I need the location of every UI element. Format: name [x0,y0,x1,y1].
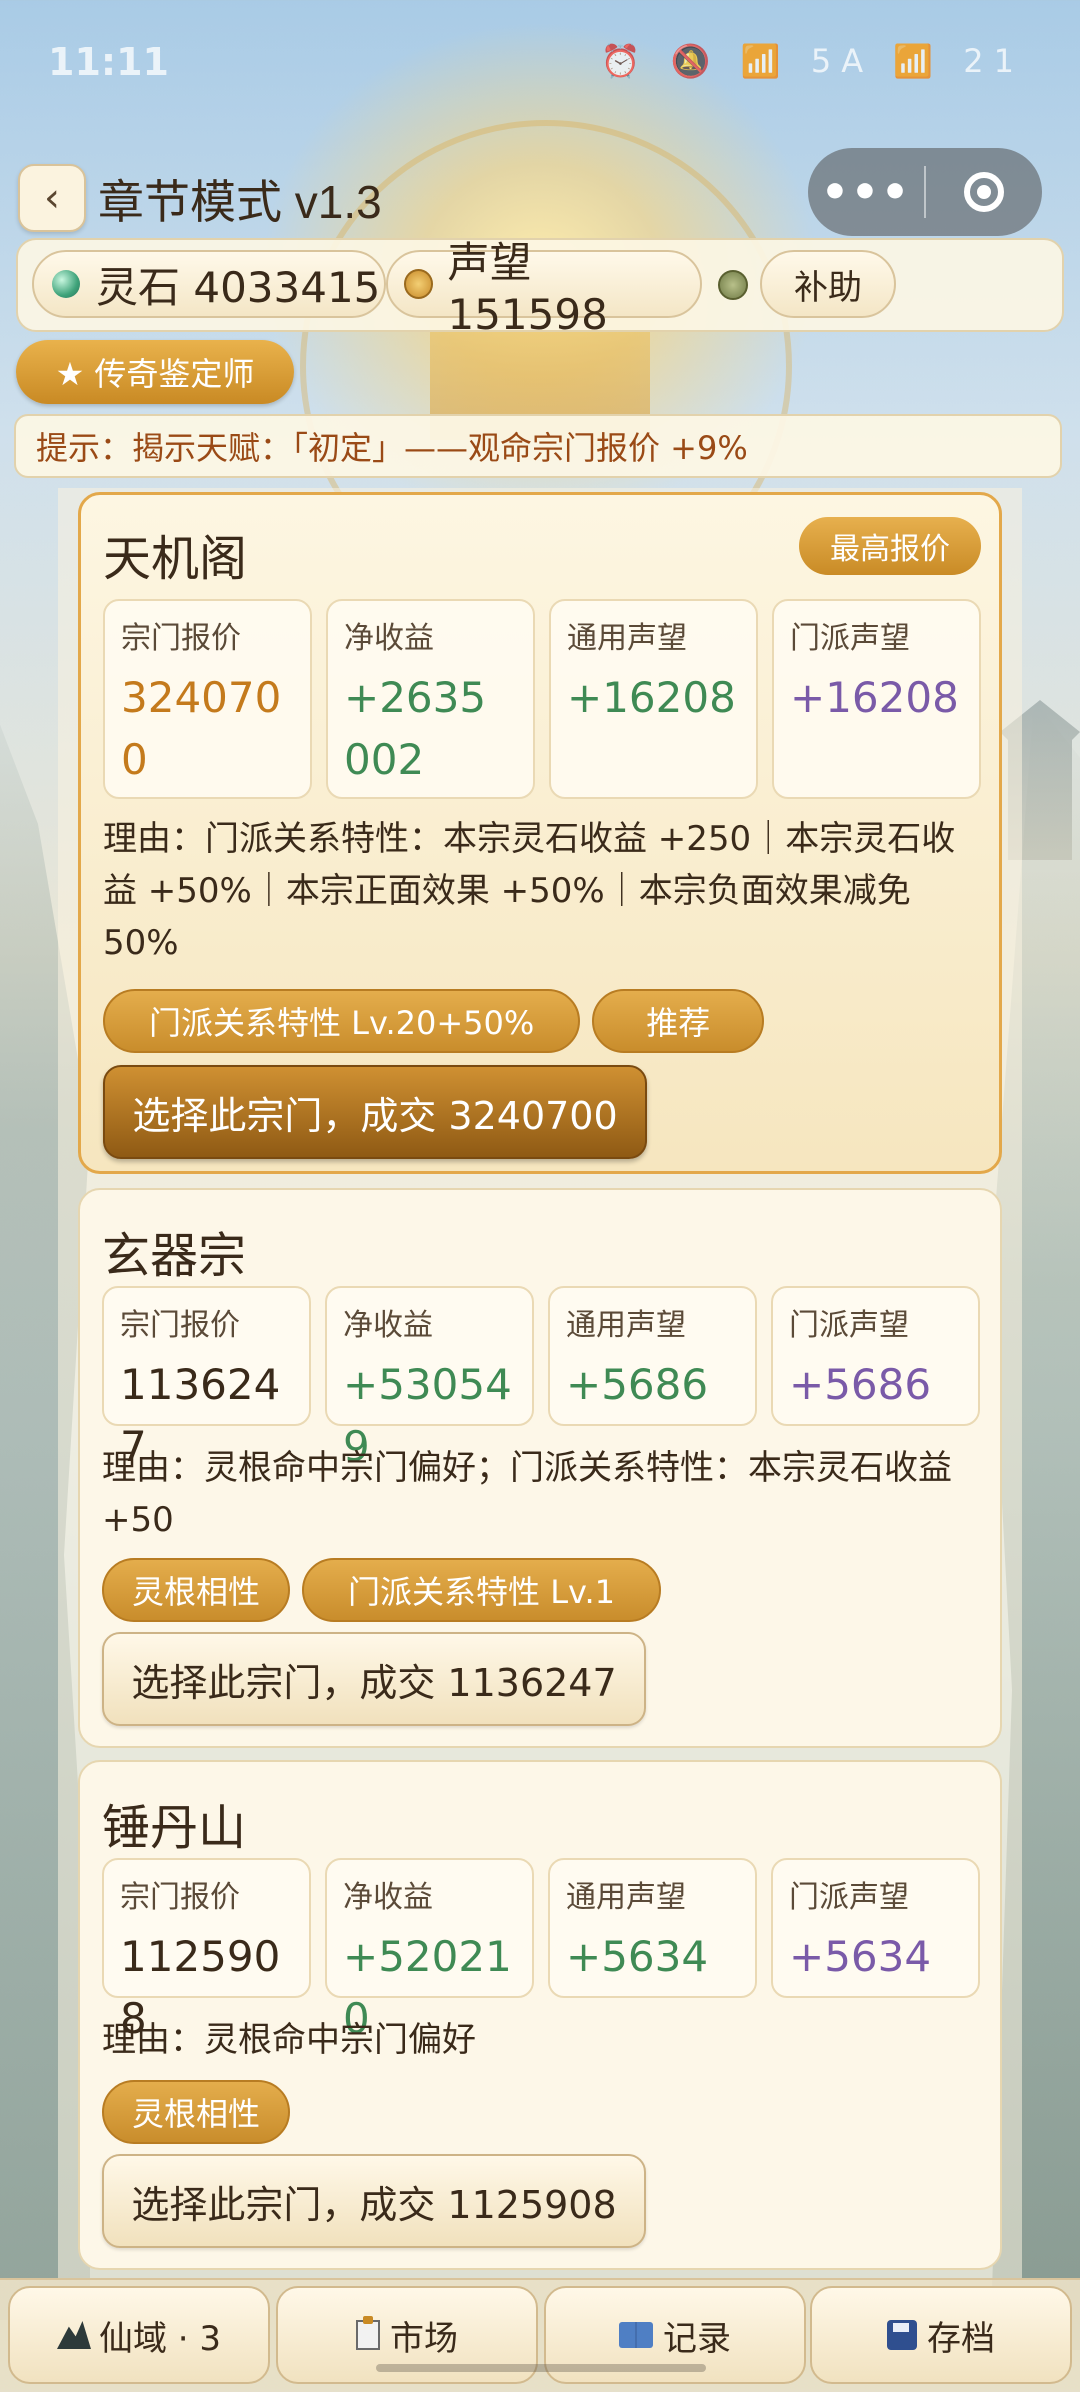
spirit-stone-value: 灵石 4033415 [96,262,381,312]
close-miniprogram-button[interactable] [926,172,1042,212]
net-label: 净收益 [343,1880,433,1915]
offer-stat: 宗门报价 3240700 [103,599,312,799]
back-button[interactable]: ‹ [18,164,86,232]
sect-fame-value: +5634 [789,1932,932,1981]
sect-name: 锤丹山 [102,1800,247,1856]
sect-fame-label: 门派声望 [789,1308,909,1343]
net-label: 净收益 [343,1308,433,1343]
spirit-root-tag: 灵根相性 [102,1558,291,1622]
hint-bar: 提示：揭示天赋：「初定」——观命宗门报价 +9% [14,414,1062,478]
home-indicator[interactable] [376,2364,706,2372]
market-nav-label: 市场 [390,2318,458,2359]
sect-fame-value: +5686 [789,1360,932,1409]
offer-label: 宗门报价 [120,1308,240,1343]
general-fame-value: +5686 [566,1360,709,1409]
general-fame-label: 通用声望 [567,621,687,656]
stat-row: 宗门报价 3240700 净收益 +2635002 通用声望 +16208 门派… [103,599,981,799]
general-fame-value: +16208 [567,673,736,722]
miniprogram-capsule: ••• [808,148,1042,236]
sect-name: 天机阁 [103,531,248,587]
spirit-root-tag: 灵根相性 [102,2080,291,2144]
offer-stat: 宗门报价 1136247 [102,1286,311,1471]
net-value: +2635002 [344,673,487,784]
sect-fame-stat: 门派声望 +16208 [772,599,981,799]
general-fame-value: +5634 [566,1932,709,1981]
select-sect-button[interactable]: 选择此宗门，成交 3240700 [103,1065,647,1159]
stat-row: 宗门报价 1136247 净收益 +530549 通用声望 +5686 门派声望… [102,1286,980,1471]
offer-label: 宗门报价 [121,621,241,656]
net-stat: 净收益 +2635002 [326,599,535,799]
select-sect-button[interactable]: 选择此宗门，成交 1136247 [102,1632,646,1726]
net-stat: 净收益 +530549 [325,1286,534,1471]
reputation-icon [404,269,434,299]
sect-fame-stat: 门派声望 +5686 [771,1286,980,1426]
save-nav-label: 存档 [927,2318,995,2359]
tag-row: 灵根相性 [102,2080,291,2144]
stat-row: 宗门报价 1125908 净收益 +520210 通用声望 +5634 门派声望… [102,1858,980,2043]
general-fame-stat: 通用声望 +5634 [548,1858,757,1998]
offer-reason: 理由：灵根命中宗门偏好；门派关系特性：本宗灵石收益 +50 [102,1448,952,1540]
sect-card: 玄器宗 宗门报价 1136247 净收益 +530549 通用声望 +5686 … [78,1188,1002,1748]
floppy-disk-icon [887,2320,917,2350]
offer-label: 宗门报价 [120,1880,240,1915]
net-label: 净收益 [344,621,434,656]
spirit-stone-icon [52,270,80,298]
save-nav-button[interactable]: 存档 [810,2286,1072,2384]
reputation-value: 声望 151598 [447,238,608,339]
mountain-icon [56,2321,91,2349]
target-icon [964,172,1004,212]
realm-nav-button[interactable]: 仙域 · 3 [8,2286,270,2384]
offer-reason: 理由：灵根命中宗门偏好 [102,2020,476,2060]
general-fame-label: 通用声望 [566,1880,686,1915]
legendary-appraiser-badge[interactable]: ★ 传奇鉴定师 [16,340,294,404]
sect-trait-tag: 门派关系特性 Lv.1 [302,1558,662,1622]
status-bar: 11:11 ⏰ 🔕 📶 5A 📶 21 [0,0,1080,130]
general-fame-label: 通用声望 [566,1308,686,1343]
general-fame-stat: 通用声望 +16208 [549,599,758,799]
status-time: 11:11 [48,40,169,84]
offer-stat: 宗门报价 1125908 [102,1858,311,2043]
offer-value: 3240700 [121,673,282,784]
more-menu-button[interactable]: ••• [808,167,924,218]
sect-offer-list[interactable]: 天机阁 最高报价 宗门报价 3240700 净收益 +2635002 通用声望 … [58,488,1022,2278]
tag-row: 灵根相性 门派关系特性 Lv.1 [102,1558,662,1622]
resource-bar: 灵石 4033415 声望 151598 补助 [16,238,1064,339]
status-icons: ⏰ 🔕 📶 5A 📶 21 [600,42,1024,80]
sect-fame-label: 门派声望 [789,1880,909,1915]
offer-reason: 理由：门派关系特性：本宗灵石收益 +250｜本宗灵石收益 +50%｜本宗正面效果… [103,819,956,963]
net-stat: 净收益 +520210 [325,1858,534,2043]
select-sect-button[interactable]: 选择此宗门，成交 1125908 [102,2154,646,2248]
sect-card: 天机阁 最高报价 宗门报价 3240700 净收益 +2635002 通用声望 … [78,492,1002,1174]
clipboard-icon [356,2316,380,2350]
sect-card: 锤丹山 宗门报价 1125908 净收益 +520210 通用声望 +5634 … [78,1760,1002,2270]
page-title: 章节模式 v1.3 [98,176,382,228]
sect-fame-value: +16208 [790,673,959,722]
sect-trait-tag: 门派关系特性 Lv.20+50% [103,989,581,1053]
realm-nav-label: 仙域 · 3 [98,2318,222,2359]
bottom-nav: 仙域 · 3 市场 记录 存档 [0,2278,1080,2392]
records-nav-label: 记录 [663,2318,731,2359]
general-fame-stat: 通用声望 +5686 [548,1286,757,1426]
best-offer-tag: 最高报价 [799,517,981,575]
hint-text: 提示：揭示天赋：「初定」——观命宗门报价 +9% [36,429,748,467]
tag-row: 门派关系特性 Lv.20+50% 推荐 [103,989,765,1053]
sect-name: 玄器宗 [102,1228,247,1284]
book-icon [619,2322,653,2348]
spirit-stone-pill: 灵石 4033415 [32,250,386,318]
sect-fame-label: 门派声望 [790,621,910,656]
sect-fame-stat: 门派声望 +5634 [771,1858,980,1998]
recommend-tag: 推荐 [592,989,765,1053]
reputation-pill: 声望 151598 [386,238,702,339]
aid-button[interactable]: 补助 [760,250,896,318]
aid-coin-icon [718,270,748,300]
